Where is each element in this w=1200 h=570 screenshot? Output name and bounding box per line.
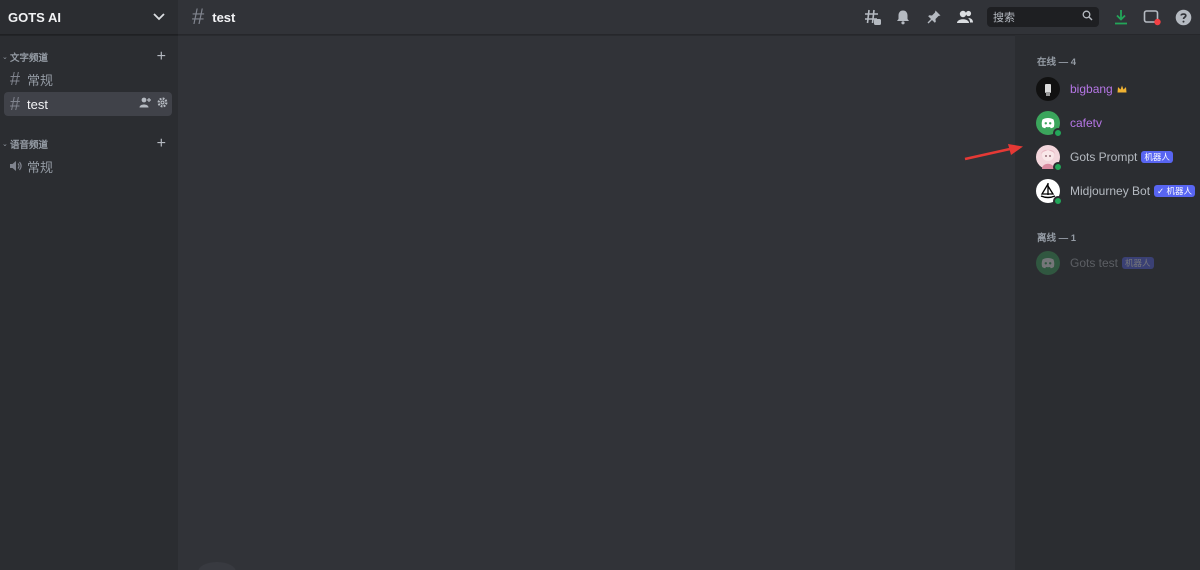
inbox-icon[interactable]: [1143, 8, 1161, 26]
member-name: Gots test: [1070, 256, 1119, 270]
hash-icon: #: [9, 69, 20, 89]
member-name: Gots Prompt: [1070, 150, 1138, 164]
member-item-gots-prompt[interactable]: Gots Prompt 机器人: [1020, 140, 1200, 174]
avatar: [1036, 145, 1063, 172]
search-input[interactable]: 搜索: [987, 7, 1099, 27]
hash-icon: #: [192, 4, 205, 29]
speaker-icon: [8, 157, 22, 175]
category-voice-channels[interactable]: ⌄ 语音频道 +: [0, 136, 178, 152]
online-group-label: 在线 — 4: [1037, 57, 1077, 68]
channel-sidebar: GOTS AI ⌄ 文字频道 + # 常规 # test ⌄ 语音频道 + 常规: [0, 0, 178, 570]
member-name: bigbang: [1070, 82, 1113, 96]
channel-item-test[interactable]: # test: [4, 92, 172, 116]
avatar: [1036, 77, 1060, 101]
pin-icon[interactable]: [925, 8, 943, 26]
server-name: GOTS AI: [8, 9, 61, 25]
channel-label: 常规: [27, 159, 54, 175]
member-item-midjourney-bot[interactable]: Midjourney Bot ✓ 机器人: [1020, 174, 1200, 208]
category-text-channels[interactable]: ⌄ 文字频道 +: [0, 49, 178, 65]
channel-header: # test 搜索: [178, 0, 1200, 35]
threads-icon[interactable]: [863, 8, 881, 26]
member-item-cafetv[interactable]: cafetv: [1020, 106, 1200, 140]
chevron-down-icon[interactable]: [152, 10, 166, 24]
add-channel-icon[interactable]: +: [157, 136, 166, 152]
member-item-bigbang[interactable]: bigbang: [1020, 72, 1200, 106]
channel-item-general[interactable]: # 常规: [4, 67, 172, 91]
verified-bot-badge: ✓ 机器人: [1154, 185, 1196, 197]
add-channel-icon[interactable]: +: [157, 49, 166, 65]
invite-member-icon[interactable]: [139, 95, 151, 113]
crown-icon: [1117, 80, 1127, 98]
download-icon[interactable]: [1112, 8, 1130, 26]
channel-title: test: [212, 9, 236, 25]
bot-badge: 机器人: [1141, 151, 1173, 163]
annotation-arrow: [964, 144, 1023, 161]
online-status-icon: [1053, 128, 1063, 138]
caret-down-icon: ⌄: [2, 141, 8, 148]
bell-icon[interactable]: [894, 8, 912, 26]
channel-label: 常规: [27, 72, 54, 88]
offline-group-label: 离线 — 1: [1037, 233, 1077, 244]
member-list: 在线 — 4 bigbang cafetv Gots Prompt 机器人 Mi…: [1020, 35, 1200, 570]
gear-icon[interactable]: [157, 95, 168, 113]
avatar: [1036, 251, 1060, 275]
avatar: [1036, 111, 1063, 138]
voice-channel-item-general[interactable]: 常规: [4, 154, 172, 178]
caret-down-icon: ⌄: [2, 54, 8, 61]
server-header[interactable]: GOTS AI: [0, 0, 178, 35]
category-label: 文字频道: [10, 53, 49, 64]
channel-label: test: [27, 96, 48, 112]
member-name: cafetv: [1070, 116, 1103, 130]
bot-badge: 机器人: [1122, 257, 1154, 269]
avatar: [1036, 179, 1063, 206]
hash-icon: #: [9, 94, 20, 114]
category-label: 语音频道: [10, 140, 49, 151]
member-name: Midjourney Bot: [1070, 184, 1151, 198]
composer-edge: [198, 562, 236, 570]
help-icon[interactable]: [1174, 8, 1192, 26]
member-list-icon[interactable]: [956, 8, 974, 26]
online-status-icon: [1053, 196, 1063, 206]
member-item-gots-test[interactable]: Gots test 机器人: [1020, 246, 1200, 280]
online-status-icon: [1053, 162, 1063, 172]
search-placeholder: 搜索: [993, 12, 1015, 24]
search-icon: [1082, 8, 1093, 26]
